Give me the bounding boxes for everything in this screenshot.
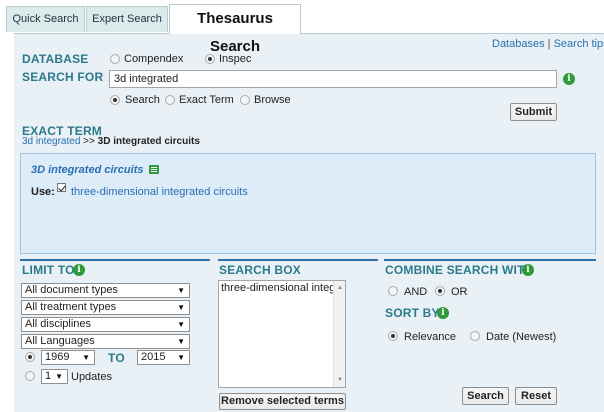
top-links: Databases | Search tips — [492, 38, 604, 50]
combine-label: COMBINE SEARCH WITH — [385, 263, 534, 277]
search-box-label: SEARCH BOX — [219, 263, 302, 277]
chevron-down-icon: ▼ — [177, 353, 185, 362]
mode-exact-term-label: Exact Term — [179, 94, 234, 106]
mode-browse-label: Browse — [254, 94, 291, 106]
tab-thesaurus-search[interactable]: Thesaurus Search — [169, 4, 301, 55]
mode-browse-radio[interactable] — [240, 95, 250, 105]
databases-link[interactable]: Databases — [492, 38, 545, 50]
breadcrumb: 3d integrated >> 3D integrated circuits — [22, 136, 200, 147]
disciplines-select[interactable]: All disciplines ▼ — [21, 317, 190, 332]
year-from-select[interactable]: 1969 ▼ — [41, 350, 95, 365]
breadcrumb-current: 3D integrated circuits — [97, 136, 200, 147]
search-for-info-icon[interactable]: i — [563, 73, 575, 85]
term-list-icon[interactable] — [149, 165, 159, 174]
document-types-select[interactable]: All document types ▼ — [21, 283, 190, 298]
limit-to-label: LIMIT TO — [22, 263, 75, 277]
sort-by-info-icon[interactable]: i — [437, 307, 449, 319]
search-box-scrollbar[interactable]: ▲ ▼ — [333, 281, 345, 387]
tab-expert-search[interactable]: Expert Search — [86, 6, 168, 32]
combine-or-radio[interactable] — [435, 286, 445, 296]
term-title[interactable]: 3D integrated circuits — [31, 164, 143, 176]
combine-or-label: OR — [451, 286, 468, 298]
languages-select[interactable]: All Languages ▼ — [21, 334, 190, 349]
chevron-down-icon: ▼ — [177, 320, 185, 329]
mode-search-radio[interactable] — [110, 95, 120, 105]
year-range-radio[interactable] — [25, 352, 35, 362]
chevron-down-icon: ▼ — [82, 353, 90, 362]
search-for-label: SEARCH FOR — [22, 70, 104, 84]
year-from-value: 1969 — [45, 351, 70, 363]
updates-count-value: 1 — [45, 370, 52, 382]
database-compendex-radio[interactable] — [110, 54, 120, 64]
tab-quick-search[interactable]: Quick Search — [6, 6, 85, 32]
limit-to-info-icon[interactable]: i — [73, 264, 85, 276]
reset-button[interactable]: Reset — [515, 387, 557, 405]
search-tips-link[interactable]: Search tips — [554, 38, 604, 50]
database-label: DATABASE — [22, 52, 89, 66]
breadcrumb-link[interactable]: 3d integrated — [22, 136, 80, 147]
scroll-down-icon[interactable]: ▼ — [337, 377, 343, 383]
search-box-term[interactable]: three-dimensional integrated circuits — [221, 282, 333, 294]
treatment-types-value: All treatment types — [25, 301, 117, 313]
sort-date-radio[interactable] — [470, 331, 480, 341]
mode-search-label: Search — [125, 94, 160, 106]
treatment-types-select[interactable]: All treatment types ▼ — [21, 300, 190, 315]
link-separator: | — [547, 38, 551, 50]
mode-exact-term-radio[interactable] — [165, 95, 175, 105]
sort-relevance-label: Relevance — [404, 331, 456, 343]
chevron-down-icon: ▼ — [55, 372, 63, 381]
search-box-textarea[interactable]: three-dimensional integrated circuits ▲ … — [218, 280, 346, 388]
chevron-down-icon: ▼ — [177, 286, 185, 295]
search-for-input[interactable]: 3d integrated — [109, 70, 557, 88]
combine-info-icon[interactable]: i — [522, 264, 534, 276]
breadcrumb-separator: >> — [83, 136, 95, 147]
updates-radio[interactable] — [25, 371, 35, 381]
sort-date-label: Date (Newest) — [486, 331, 557, 343]
scroll-up-icon[interactable]: ▲ — [337, 285, 343, 291]
use-label: Use: — [31, 186, 55, 198]
chevron-down-icon: ▼ — [177, 303, 185, 312]
sort-relevance-radio[interactable] — [388, 331, 398, 341]
updates-label: Updates — [71, 371, 112, 383]
updates-count-select[interactable]: 1 ▼ — [41, 369, 68, 384]
year-to-select[interactable]: 2015 ▼ — [137, 350, 190, 365]
limit-to-divider — [20, 259, 210, 261]
year-to-label: TO — [108, 351, 125, 365]
year-to-value: 2015 — [141, 351, 166, 363]
search-box-divider — [218, 259, 378, 261]
database-compendex-label: Compendex — [124, 53, 184, 65]
use-term-link[interactable]: three-dimensional integrated circuits — [71, 186, 248, 198]
combine-and-radio[interactable] — [388, 286, 398, 296]
combine-and-label: AND — [404, 286, 428, 298]
combine-divider — [384, 259, 596, 261]
use-term-checkbox[interactable] — [57, 183, 66, 192]
remove-selected-terms-button[interactable]: Remove selected terms — [219, 393, 346, 410]
search-button[interactable]: Search — [462, 387, 509, 405]
submit-button[interactable]: Submit — [510, 103, 557, 121]
document-types-value: All document types — [25, 284, 118, 296]
languages-value: All Languages — [25, 335, 95, 347]
chevron-down-icon: ▼ — [177, 337, 185, 346]
sort-by-label: SORT BY — [385, 306, 440, 320]
disciplines-value: All disciplines — [25, 318, 92, 330]
